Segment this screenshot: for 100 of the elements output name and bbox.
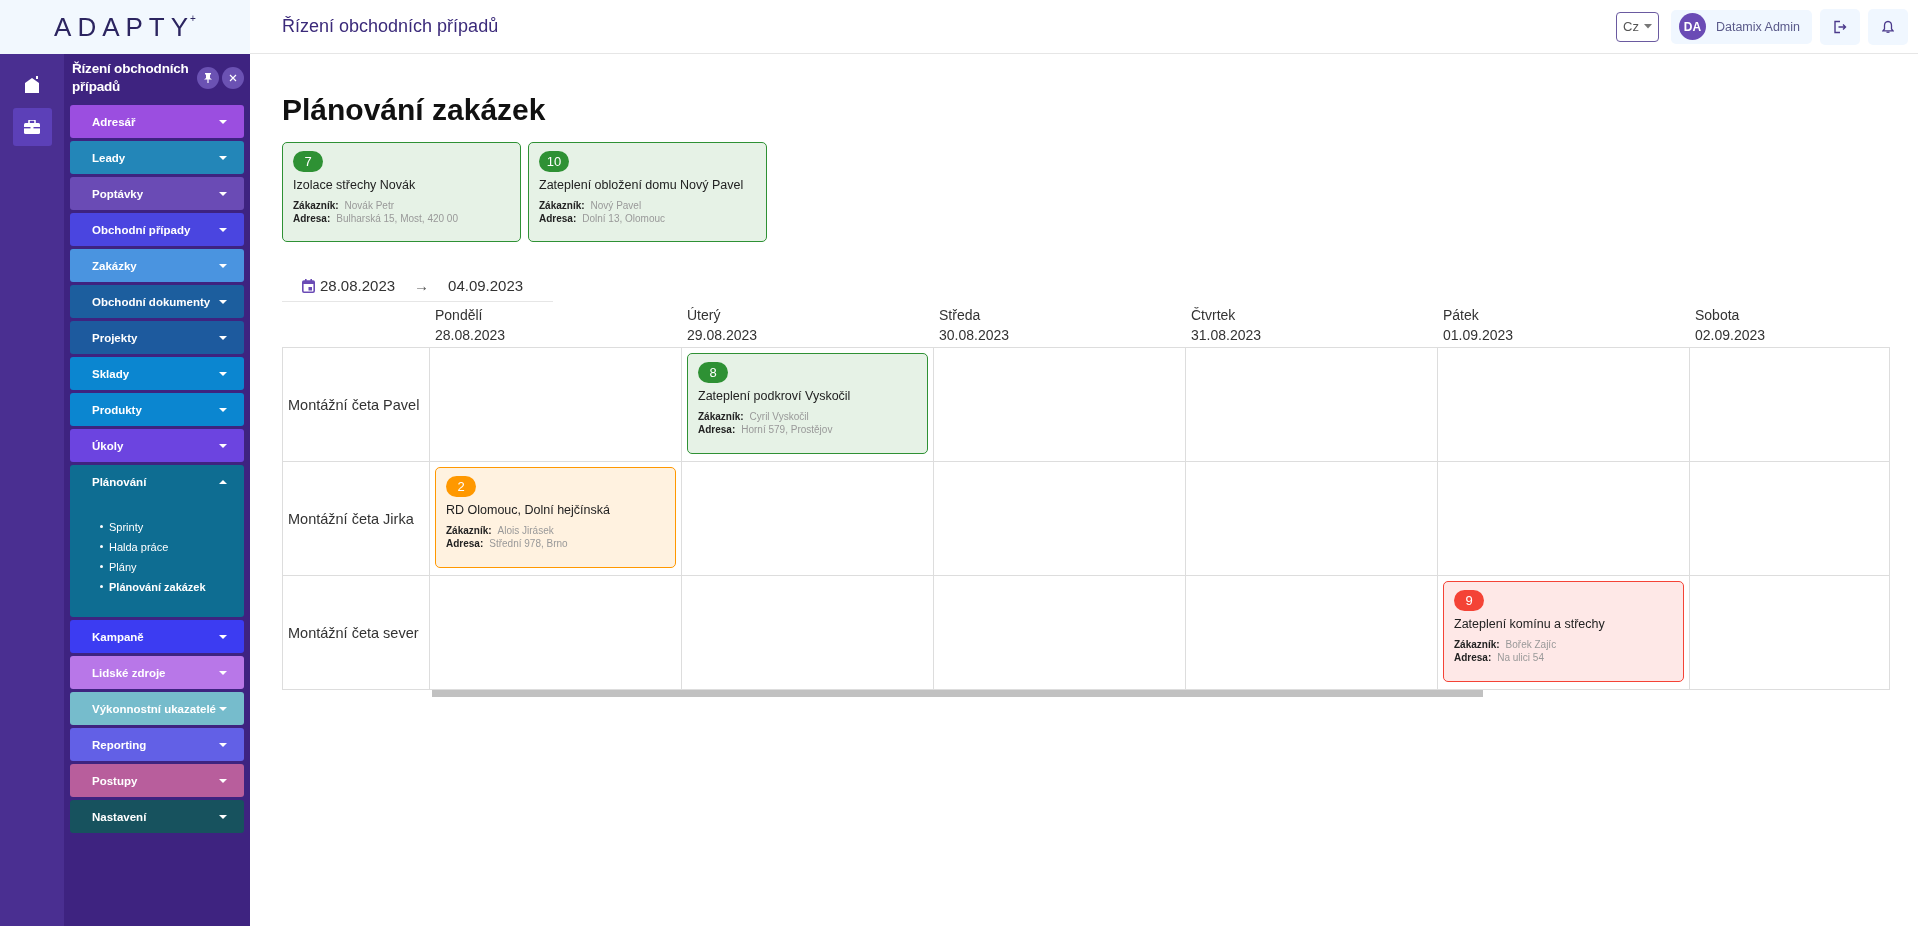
day-name: Úterý bbox=[687, 306, 722, 323]
date-range-field[interactable]: 28.08.2023 → 04.09.2023 bbox=[282, 270, 553, 302]
nav-item[interactable]: Sklady bbox=[70, 357, 244, 390]
job-number: 9 bbox=[1454, 590, 1484, 611]
day-name: Středa bbox=[939, 306, 982, 323]
close-button[interactable] bbox=[222, 67, 244, 89]
team-name: Montážní četa Jirka bbox=[288, 510, 414, 527]
field-label: Adresa: bbox=[698, 423, 736, 436]
field-label: Zákazník: bbox=[1454, 638, 1500, 651]
field-value: Bořek Zajíc bbox=[1505, 638, 1557, 651]
pin-button[interactable] bbox=[197, 67, 219, 89]
submenu-item[interactable]: Halda práce bbox=[100, 538, 244, 555]
day-name: Sobota bbox=[1695, 306, 1741, 323]
pin-icon bbox=[204, 73, 212, 83]
briefcase-icon bbox=[24, 120, 40, 134]
job-card[interactable]: 10 Zateplení obložení domu Nový Pavel Zákazník: Nový Pavel Adresa: Dolní 13, Olomouc bbox=[528, 142, 767, 242]
caret-down-icon bbox=[218, 334, 228, 341]
nav-item[interactable]: Kampaně bbox=[70, 620, 244, 653]
caret-down-icon bbox=[1643, 24, 1652, 29]
day-name: Čtvrtek bbox=[1191, 306, 1237, 323]
job-number: 8 bbox=[698, 362, 728, 383]
caret-down-icon bbox=[218, 777, 228, 784]
job-number: 7 bbox=[293, 151, 323, 172]
field-value: Novák Petr bbox=[344, 199, 395, 212]
house-icon bbox=[24, 76, 40, 94]
field-value: Střední 978, Brno bbox=[489, 537, 568, 550]
caret-down-icon bbox=[218, 262, 228, 269]
field-label: Adresa: bbox=[446, 537, 484, 550]
job-card[interactable]: 7 Izolace střechy Novák Zákazník: Novák Petr Adresa: Bulharská 15, Most, 420 00 bbox=[282, 142, 521, 242]
calendar-icon bbox=[302, 278, 315, 293]
field-value: Nový Pavel bbox=[590, 199, 642, 212]
field-label: Zákazník: bbox=[539, 199, 585, 212]
nav-item[interactable]: Projekty bbox=[70, 321, 244, 354]
nav-item[interactable]: Plánování bbox=[70, 465, 244, 498]
field-label: Zákazník: bbox=[293, 199, 339, 212]
nav-item[interactable]: Obchodní dokumenty bbox=[70, 285, 244, 318]
field-label: Zákazník: bbox=[446, 524, 492, 537]
nav-item[interactable]: Postupy bbox=[70, 764, 244, 797]
field-label: Adresa: bbox=[1454, 651, 1492, 664]
notifications-button[interactable] bbox=[1868, 8, 1908, 45]
sidebar-title: Řízení obchodních případů bbox=[72, 60, 190, 96]
caret-down-icon bbox=[218, 442, 228, 449]
field-label: Adresa: bbox=[293, 212, 331, 225]
submenu-item[interactable]: Sprinty bbox=[100, 518, 244, 535]
user-name: Datamix Admin bbox=[1715, 19, 1800, 34]
field-value: Horní 579, Prostějov bbox=[741, 423, 833, 436]
job-title: Izolace střechy Novák bbox=[293, 178, 416, 192]
nav-item[interactable]: Lidské zdroje bbox=[70, 656, 244, 689]
day-date: 02.09.2023 bbox=[1695, 326, 1767, 343]
field-value: Bulharská 15, Most, 420 00 bbox=[336, 212, 458, 225]
caret-down-icon bbox=[218, 633, 228, 640]
nav-item[interactable]: Zakázky bbox=[70, 249, 244, 282]
nav-item[interactable]: Leady bbox=[70, 141, 244, 174]
logout-button[interactable] bbox=[1820, 8, 1860, 45]
user-menu[interactable]: DA Datamix Admin bbox=[1670, 9, 1812, 44]
logout-icon bbox=[1833, 19, 1847, 34]
page-title: Plánování zakázek bbox=[282, 92, 547, 128]
nav-item[interactable]: Poptávky bbox=[70, 177, 244, 210]
caret-down-icon bbox=[218, 118, 228, 125]
day-date: 28.08.2023 bbox=[435, 326, 507, 343]
day-date: 30.08.2023 bbox=[939, 326, 1011, 343]
job-title: RD Olomouc, Dolní hejčínská bbox=[446, 503, 610, 517]
submenu-item[interactable]: Plánování zakázek bbox=[100, 578, 244, 595]
nav-item[interactable]: Obchodní případy bbox=[70, 213, 244, 246]
field-label: Zákazník: bbox=[698, 410, 744, 423]
caret-down-icon bbox=[218, 406, 228, 413]
field-value: Na ulici 54 bbox=[1497, 651, 1544, 664]
field-label: Adresa: bbox=[539, 212, 577, 225]
nav-item[interactable]: Reporting bbox=[70, 728, 244, 761]
caret-down-icon bbox=[218, 226, 228, 233]
nav-item[interactable]: Produkty bbox=[70, 393, 244, 426]
day-date: 31.08.2023 bbox=[1191, 326, 1263, 343]
field-value: Alois Jirásek bbox=[497, 524, 554, 537]
field-value: Dolní 13, Olomouc bbox=[582, 212, 666, 225]
job-number: 2 bbox=[446, 476, 476, 497]
job-card[interactable]: 8 Zateplení podkroví Vyskočil Zákazník: Cyril Vyskočil Adresa: Horní 579, Prostějov bbox=[687, 353, 928, 454]
caret-up-icon bbox=[218, 478, 228, 485]
team-name: Montážní četa Pavel bbox=[288, 396, 420, 413]
page-header-title: Řízení obchodních případů bbox=[282, 16, 500, 37]
rail-button[interactable] bbox=[12, 108, 52, 146]
caret-down-icon bbox=[218, 370, 228, 377]
nav-item[interactable]: Nastavení bbox=[70, 800, 244, 833]
job-card[interactable]: 2 RD Olomouc, Dolní hejčínská Zákazník: Alois Jirásek Adresa: Střední 978, Brno bbox=[435, 467, 676, 568]
job-card[interactable]: 9 Zateplení komínu a střechy Zákazník: Bořek Zajíc Adresa: Na ulici 54 bbox=[1443, 581, 1684, 682]
language-select[interactable]: Cz bbox=[1616, 11, 1659, 42]
nav-item[interactable]: Adresář bbox=[70, 105, 244, 138]
avatar: DA bbox=[1678, 13, 1706, 40]
logo: ADAPTY$^{+}$ bbox=[54, 14, 196, 40]
caret-down-icon bbox=[218, 154, 228, 161]
submenu-item[interactable]: Plány bbox=[100, 558, 244, 575]
bell-icon bbox=[1882, 19, 1894, 34]
nav-item[interactable]: Úkoly bbox=[70, 429, 244, 462]
caret-down-icon bbox=[218, 813, 228, 820]
job-title: Zateplení podkroví Vyskočil bbox=[698, 389, 851, 403]
job-title: Zateplení komínu a střechy bbox=[1454, 617, 1605, 631]
day-date: 01.09.2023 bbox=[1443, 326, 1515, 343]
scrollbar-thumb[interactable] bbox=[432, 690, 1483, 697]
day-date: 29.08.2023 bbox=[687, 326, 759, 343]
caret-down-icon bbox=[218, 705, 228, 712]
close-icon bbox=[229, 74, 237, 82]
